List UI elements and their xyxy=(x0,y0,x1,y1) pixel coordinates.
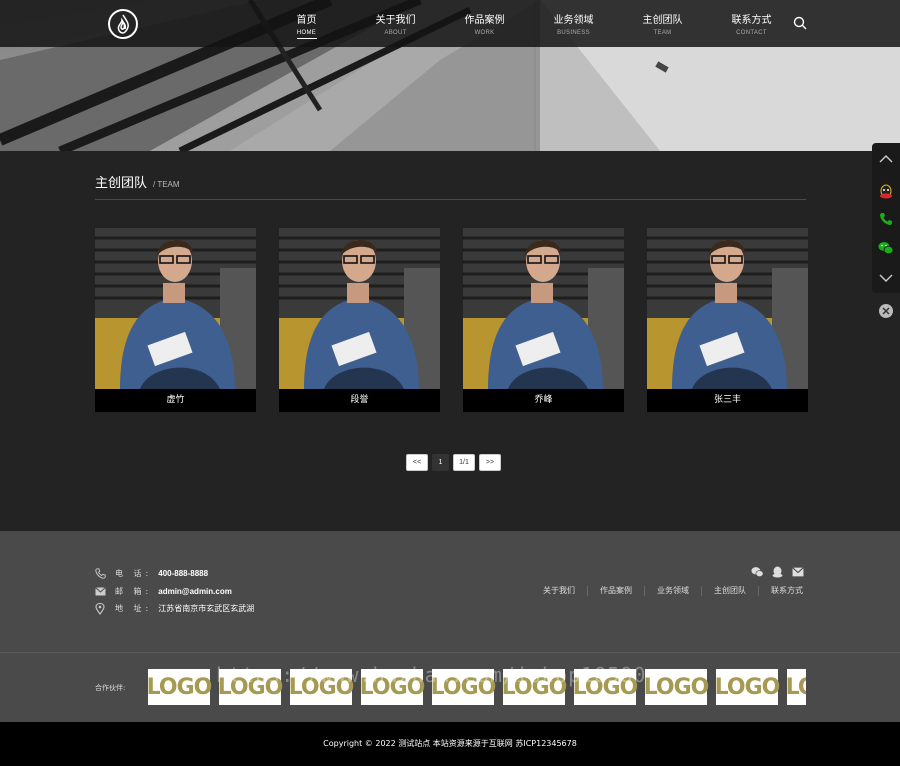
contact-email: 邮 箱: admin@admin.com xyxy=(95,586,232,597)
partner-logo[interactable]: LOGO xyxy=(644,669,709,705)
footer-nav: 关于我们 作品案例 业务领域 主创团队 联系方式 xyxy=(531,586,815,596)
copyright: Copyright © 2022 测试站点 本站资源来源于互联网 苏ICP123… xyxy=(0,722,900,766)
team-card[interactable]: 段誉 xyxy=(279,228,440,412)
section-title: 主创团队 / TEAM xyxy=(95,172,180,191)
phone-value: 400-888-8888 xyxy=(158,569,209,578)
pagination: << 1 1/1 >> xyxy=(406,454,501,471)
member-name: 张三丰 xyxy=(713,395,741,405)
section-title-cn: 主创团队 xyxy=(95,176,148,191)
side-float-bar xyxy=(872,143,900,293)
member-photo xyxy=(647,228,808,389)
nav-home[interactable]: 首页 HOME xyxy=(262,0,351,47)
page-count: 1/1 xyxy=(453,454,475,471)
mail-icon xyxy=(95,587,107,597)
partner-logo[interactable]: LOGO xyxy=(431,669,496,705)
partner-logo[interactable]: LOGO xyxy=(502,669,567,705)
address-value: 江苏省南京市玄武区玄武湖 xyxy=(158,604,255,613)
nav-about-label: 关于我们 xyxy=(375,15,416,26)
footer-nav-work[interactable]: 作品案例 xyxy=(587,586,644,596)
team-cards: 虚竹 段誉 乔峰 张三丰 xyxy=(95,228,808,412)
member-name: 段誉 xyxy=(350,395,369,405)
close-icon[interactable] xyxy=(879,304,893,318)
main-nav: 首页 HOME 关于我们 ABOUT 作品案例 WORK 业务领域 BUSINE… xyxy=(262,0,796,47)
partner-logo[interactable]: LOGO xyxy=(289,669,354,705)
partners-section: 合作伙伴: LOGO LOGO LOGO LOGO LOGO LOGO LOGO… xyxy=(0,652,900,722)
contact-phone: 电 话: 400-888-8888 xyxy=(95,568,208,579)
nav-team-label: 主创团队 xyxy=(642,15,683,26)
member-name: 虚竹 xyxy=(166,395,185,405)
nav-home-sublabel: HOME xyxy=(296,30,317,36)
nav-about-sublabel: ABOUT xyxy=(384,30,407,36)
nav-work[interactable]: 作品案例 WORK xyxy=(440,0,529,47)
nav-team-sublabel: TEAM xyxy=(653,30,672,36)
chevron-down-icon[interactable] xyxy=(878,270,894,286)
wechat-icon[interactable] xyxy=(878,240,894,256)
section-divider xyxy=(95,199,806,200)
site-header: 首页 HOME 关于我们 ABOUT 作品案例 WORK 业务领域 BUSINE… xyxy=(0,0,900,47)
partners-label: 合作伙伴: xyxy=(95,684,126,692)
site-logo[interactable] xyxy=(108,9,138,39)
partner-logo[interactable]: LOGO xyxy=(786,669,806,705)
partner-logo[interactable]: LOGO xyxy=(715,669,780,705)
contact-address: 地 址: 江苏省南京市玄武区玄武湖 xyxy=(95,602,255,615)
footer-nav-business[interactable]: 业务领域 xyxy=(644,586,701,596)
phone-label: 电 话: xyxy=(115,569,153,578)
nav-work-label: 作品案例 xyxy=(464,15,505,26)
team-card[interactable]: 乔峰 xyxy=(463,228,624,412)
team-card[interactable]: 虚竹 xyxy=(95,228,256,412)
nav-contact[interactable]: 联系方式 CONTACT xyxy=(707,0,796,47)
current-page[interactable]: 1 xyxy=(432,454,449,471)
partner-logo[interactable]: LOGO xyxy=(573,669,638,705)
partner-logos: LOGO LOGO LOGO LOGO LOGO LOGO LOGO LOGO … xyxy=(148,669,806,705)
partner-logo[interactable]: LOGO xyxy=(218,669,283,705)
nav-team[interactable]: 主创团队 TEAM xyxy=(618,0,707,47)
nav-business[interactable]: 业务领域 BUSINESS xyxy=(529,0,618,47)
footer-nav-about[interactable]: 关于我们 xyxy=(531,586,587,596)
nav-work-sublabel: WORK xyxy=(474,30,495,36)
section-title-en: / TEAM xyxy=(153,180,180,189)
chevron-up-icon[interactable] xyxy=(878,151,894,167)
phone-icon xyxy=(95,568,107,579)
wechat-icon[interactable] xyxy=(751,566,764,578)
phone-icon[interactable] xyxy=(878,211,894,227)
partner-logo[interactable]: LOGO xyxy=(148,669,212,705)
qq-icon[interactable] xyxy=(878,184,894,200)
email-label: 邮 箱: xyxy=(115,587,153,596)
nav-about[interactable]: 关于我们 ABOUT xyxy=(351,0,440,47)
nav-contact-sublabel: CONTACT xyxy=(736,30,767,36)
partner-logo[interactable]: LOGO xyxy=(360,669,425,705)
team-card[interactable]: 张三丰 xyxy=(647,228,808,412)
email-value[interactable]: admin@admin.com xyxy=(158,587,232,596)
nav-home-label: 首页 xyxy=(296,15,317,26)
nav-contact-label: 联系方式 xyxy=(731,15,772,26)
social-links xyxy=(751,566,804,578)
flame-icon xyxy=(117,14,129,34)
nav-business-label: 业务领域 xyxy=(553,15,594,26)
address-label: 地 址: xyxy=(115,604,153,613)
mail-icon[interactable] xyxy=(791,566,804,578)
member-name: 乔峰 xyxy=(534,395,553,405)
prev-page-button[interactable]: << xyxy=(406,454,428,471)
member-photo xyxy=(279,228,440,389)
qq-icon[interactable] xyxy=(771,566,784,578)
nav-business-sublabel: BUSINESS xyxy=(557,30,590,36)
footer-nav-contact[interactable]: 联系方式 xyxy=(758,586,815,596)
next-page-button[interactable]: >> xyxy=(479,454,501,471)
footer-nav-team[interactable]: 主创团队 xyxy=(701,586,758,596)
member-photo xyxy=(463,228,624,389)
location-icon xyxy=(95,602,107,615)
member-photo xyxy=(95,228,256,389)
search-icon[interactable] xyxy=(792,15,808,31)
